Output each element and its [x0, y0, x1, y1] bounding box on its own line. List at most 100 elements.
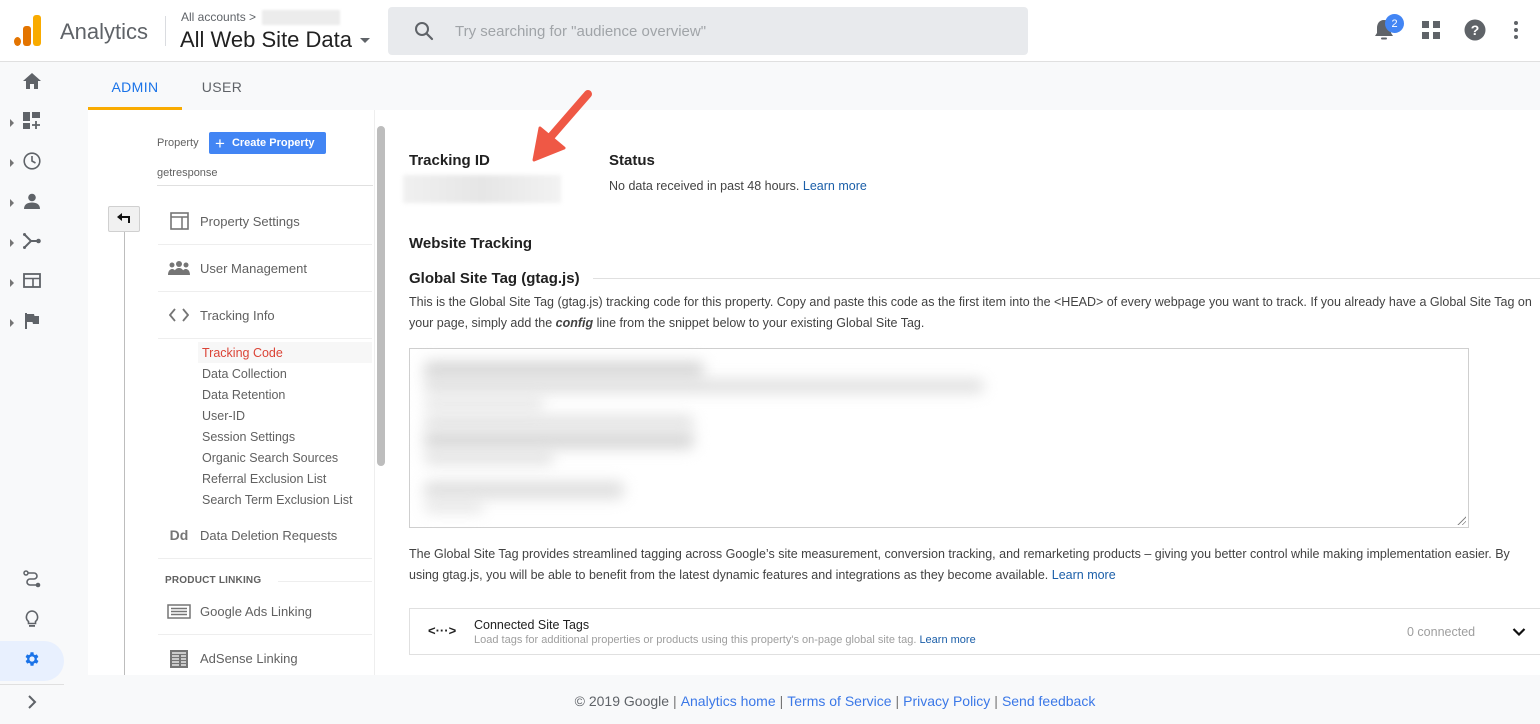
property-label: Property: [157, 137, 199, 149]
submenu-data-retention[interactable]: Data Retention: [198, 384, 372, 405]
left-nav-rail: [0, 63, 64, 721]
home-icon: [23, 72, 41, 94]
connected-subtitle-text: Load tags for additional properties or p…: [474, 634, 917, 646]
arrow-back-icon: [117, 210, 131, 228]
notification-badge: 2: [1385, 14, 1404, 33]
view-name: All Web Site Data: [180, 27, 353, 52]
redacted-code-line: [424, 361, 704, 379]
tab-user[interactable]: USER: [182, 63, 262, 110]
tab-admin[interactable]: ADMIN: [88, 63, 182, 110]
search-bar[interactable]: [388, 7, 1028, 55]
menu-item-user-management[interactable]: User Management: [158, 245, 372, 292]
gst-description: This is the Global Site Tag (gtag.js) tr…: [409, 292, 1534, 334]
gst-learn-more-link[interactable]: Learn more: [1052, 568, 1116, 582]
apps-grid-icon[interactable]: [1419, 18, 1443, 42]
search-icon: [414, 21, 434, 46]
menu-item-property-settings[interactable]: Property Settings: [158, 198, 372, 245]
connected-tags-icon: <···>: [428, 623, 457, 638]
submenu-search-term-exclusion-list[interactable]: Search Term Exclusion List: [198, 489, 372, 510]
connected-site-tags-subtitle: Load tags for additional properties or p…: [474, 634, 976, 646]
attribution-icon: [23, 569, 41, 593]
connected-site-tags-title: Connected Site Tags: [474, 618, 590, 632]
config-emphasis: config: [555, 316, 594, 330]
chevron-down-icon[interactable]: [1512, 624, 1526, 642]
menu-item-adsense-linking[interactable]: AdSense Linking: [158, 635, 372, 682]
svg-text:?: ?: [1471, 22, 1480, 38]
connected-learn-more-link[interactable]: Learn more: [919, 634, 975, 646]
rail-item-realtime[interactable]: [0, 143, 64, 183]
product-linking-header: PRODUCT LINKING: [165, 575, 262, 586]
website-tracking-heading: Website Tracking: [409, 235, 533, 252]
status-learn-more-link[interactable]: Learn more: [803, 179, 867, 193]
connected-site-tags-row[interactable]: <···> Connected Site Tags Load tags for …: [409, 608, 1540, 655]
redacted-tracking-id: [403, 175, 561, 203]
create-property-button[interactable]: + Create Property: [209, 132, 326, 154]
tracking-code-content: Tracking ID Status No data received in p…: [388, 110, 1540, 675]
menu-item-tracking-info[interactable]: Tracking Info: [158, 292, 372, 339]
view-selector[interactable]: All Web Site Data: [180, 27, 371, 53]
submenu-user-id[interactable]: User-ID: [198, 405, 372, 426]
redacted-code-line: [424, 397, 544, 411]
search-input[interactable]: [455, 7, 1015, 55]
submenu-session-settings[interactable]: Session Settings: [198, 426, 372, 447]
scroll-track: [374, 110, 375, 675]
redacted-code-line: [424, 415, 694, 429]
property-column: Property + Create Property getresponse P…: [88, 110, 388, 675]
more-vert-icon[interactable]: [1504, 18, 1528, 42]
menu-label: User Management: [200, 260, 307, 276]
property-divider: [157, 185, 373, 186]
caret-down-icon: [360, 37, 371, 43]
menu-label: Tracking Info: [200, 307, 275, 323]
behavior-icon: [23, 273, 41, 293]
help-icon[interactable]: ?: [1463, 18, 1487, 42]
rail-item-acquisition[interactable]: [0, 223, 64, 263]
menu-label: Google Ads Linking: [200, 603, 313, 619]
footer-link-analytics-home[interactable]: Analytics home: [681, 693, 776, 709]
tracking-id-label: Tracking ID: [409, 152, 490, 169]
plus-icon: +: [215, 133, 225, 153]
submenu-tracking-code[interactable]: Tracking Code: [198, 342, 372, 363]
menu-label: Data Deletion Requests: [200, 527, 338, 543]
rail-item-conversions[interactable]: [0, 303, 64, 343]
submenu-referral-exclusion-list[interactable]: Referral Exclusion List: [198, 468, 372, 489]
rail-item-discover[interactable]: [0, 601, 64, 641]
menu-item-data-deletion-requests[interactable]: Dd Data Deletion Requests: [158, 512, 372, 559]
property-settings-icon: [160, 212, 198, 230]
footer-separator: |: [673, 692, 677, 709]
section-divider: [278, 581, 372, 582]
submenu-data-collection[interactable]: Data Collection: [198, 363, 372, 384]
gst-info-message: The Global Site Tag provides streamlined…: [409, 547, 1510, 582]
rail-item-audience[interactable]: [0, 183, 64, 223]
panel-scrollbar[interactable]: [377, 126, 385, 466]
tracking-code-textarea[interactable]: [409, 348, 1469, 528]
column-connector-line: [124, 230, 125, 675]
status-message: No data received in past 48 hours.: [609, 179, 800, 193]
audience-person-icon: [24, 193, 40, 214]
footer-link-feedback[interactable]: Send feedback: [1002, 693, 1095, 709]
brand-name: Analytics: [60, 19, 149, 44]
global-site-tag-heading: Global Site Tag (gtag.js): [409, 270, 580, 287]
footer-link-terms[interactable]: Terms of Service: [787, 693, 891, 709]
footer-link-privacy[interactable]: Privacy Policy: [903, 693, 990, 709]
rail-item-home[interactable]: [0, 63, 64, 103]
code-brackets-icon: [160, 308, 198, 322]
submenu-organic-search-sources[interactable]: Organic Search Sources: [198, 447, 372, 468]
collapse-back-button[interactable]: [108, 206, 140, 232]
menu-item-google-ads-linking[interactable]: Google Ads Linking: [158, 588, 372, 635]
redacted-code-line: [424, 451, 554, 465]
rail-item-attribution[interactable]: [0, 561, 64, 601]
breadcrumb-all-accounts[interactable]: All accounts >: [181, 10, 256, 24]
realtime-clock-icon: [23, 151, 41, 175]
copyright: © 2019 Google: [574, 692, 670, 709]
rail-item-behavior[interactable]: [0, 263, 64, 303]
textarea-resize-handle[interactable]: [1456, 515, 1466, 525]
redacted-account-name: [262, 10, 340, 25]
analytics-logo-icon[interactable]: [14, 14, 42, 46]
rail-item-customization[interactable]: [0, 103, 64, 143]
redacted-code-line: [424, 379, 984, 393]
user-management-icon: [160, 261, 198, 275]
property-selector[interactable]: getresponse: [157, 167, 218, 179]
rail-item-admin[interactable]: [0, 641, 64, 681]
menu-label: AdSense Linking: [200, 651, 298, 666]
acquisition-icon: [23, 232, 41, 254]
